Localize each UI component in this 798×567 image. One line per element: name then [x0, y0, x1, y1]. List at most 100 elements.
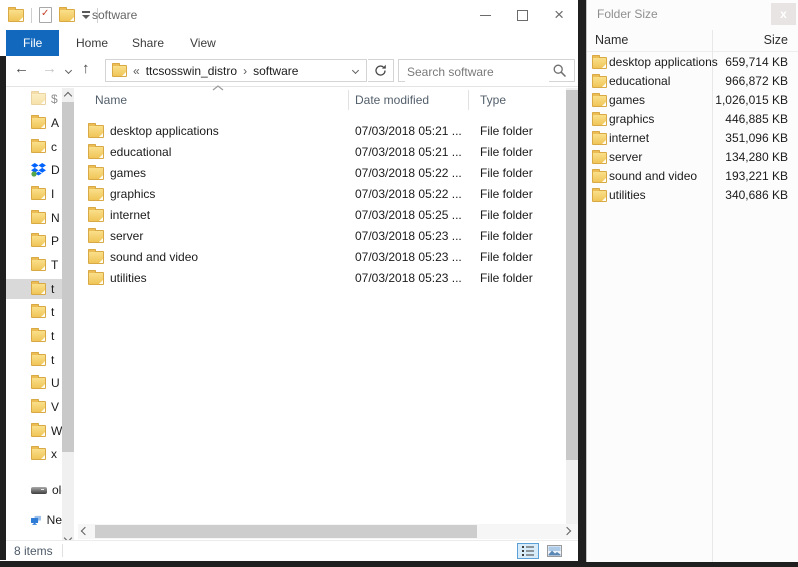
sidebar-item[interactable]: t	[6, 302, 62, 322]
properties-icon[interactable]: ✓	[39, 7, 52, 23]
address-dropdown-icon[interactable]	[352, 67, 359, 74]
folder-size-row[interactable]: server134,280 KB	[587, 148, 798, 167]
sidebar-item[interactable]: $	[6, 89, 62, 109]
customize-toolbar-dropdown-icon[interactable]	[82, 11, 90, 19]
scrollbar-thumb[interactable]	[95, 525, 477, 538]
folder-icon	[31, 283, 46, 295]
divider	[62, 544, 63, 557]
sidebar-item[interactable]: I	[6, 184, 62, 204]
file-type: File folder	[480, 271, 533, 285]
table-row[interactable]: sound and video07/03/2018 05:23 ...File …	[80, 247, 566, 268]
table-row[interactable]: utilities07/03/2018 05:23 ...File folder	[80, 268, 566, 289]
sidebar-item-network[interactable]: Ne	[6, 510, 62, 530]
tab-view[interactable]: View	[176, 30, 230, 56]
folder-size-row[interactable]: sound and video 193,221 KB	[587, 167, 798, 186]
sidebar-item[interactable]: N	[6, 208, 62, 228]
folder-size-row[interactable]: games1,026,015 KB	[587, 91, 798, 110]
close-button[interactable]: ×	[554, 6, 564, 23]
sidebar-item-dropbox[interactable]: D	[6, 160, 62, 180]
sidebar-item[interactable]: T	[6, 255, 62, 275]
refresh-button[interactable]	[368, 59, 394, 82]
table-row[interactable]: server07/03/2018 05:23 ...File folder	[80, 226, 566, 247]
sidebar-scrollbar[interactable]	[62, 88, 74, 548]
minimize-button[interactable]	[480, 15, 491, 16]
folder-size-row[interactable]: utilities340,686 KB	[587, 186, 798, 205]
path-overflow-chevron[interactable]: «	[133, 64, 140, 78]
fs-folder-size: 351,096 KB	[725, 131, 788, 145]
folder-icon	[31, 235, 46, 247]
scroll-right-icon[interactable]	[563, 527, 571, 535]
folder-size-row[interactable]: educational966,872 KB	[587, 72, 798, 91]
table-row[interactable]: internet07/03/2018 05:25 ...File folder	[80, 205, 566, 226]
sidebar-item-label: P	[51, 234, 59, 248]
fs-folder-name: desktop applications	[609, 55, 718, 69]
column-divider[interactable]	[348, 90, 349, 110]
fs-folder-name: internet	[609, 131, 649, 145]
scroll-up-icon[interactable]	[64, 92, 72, 100]
folder-icon	[592, 95, 607, 107]
sidebar-item-label: T	[51, 258, 58, 272]
folder-size-title: Folder Size	[597, 7, 658, 21]
sidebar-item[interactable]: t	[6, 350, 62, 370]
column-header-name[interactable]: Name	[95, 93, 127, 107]
folder-size-row[interactable]: desktop applications659,714 KB	[587, 53, 798, 72]
tab-file[interactable]: File	[6, 30, 59, 56]
folder-size-row[interactable]: internet 351,096 KB	[587, 129, 798, 148]
address-bar[interactable]: « ttcsosswin_distro › software	[105, 59, 367, 82]
tab-share[interactable]: Share	[118, 30, 178, 56]
column-header-type[interactable]: Type	[480, 93, 506, 107]
scrollbar-thumb[interactable]	[62, 102, 74, 452]
sidebar-item[interactable]: t	[6, 326, 62, 346]
file-name: graphics	[110, 187, 155, 201]
column-header-date[interactable]: Date modified	[355, 93, 429, 107]
sidebar-item[interactable]: U	[6, 373, 62, 393]
breadcrumb-current[interactable]: software	[253, 64, 298, 78]
forward-button[interactable]: →	[42, 60, 57, 77]
breadcrumb-parent[interactable]: ttcsosswin_distro	[146, 64, 237, 78]
thumbnail-view-button[interactable]	[543, 543, 565, 559]
file-type: File folder	[480, 166, 533, 180]
fs-column-header-size[interactable]: Size	[764, 33, 788, 47]
file-type: File folder	[480, 124, 533, 138]
sidebar-item[interactable]: V	[6, 397, 62, 417]
folder-icon	[88, 125, 104, 138]
breadcrumb-separator-icon[interactable]: ›	[243, 64, 247, 78]
file-type: File folder	[480, 145, 533, 159]
recent-locations-icon[interactable]	[65, 67, 72, 74]
sidebar-item[interactable]: A	[6, 113, 62, 133]
search-box	[398, 59, 575, 82]
fs-folder-size: 193,221 KB	[725, 169, 788, 183]
search-icon[interactable]	[553, 64, 567, 78]
search-input[interactable]	[405, 61, 549, 82]
scrollbar-thumb[interactable]	[566, 90, 578, 460]
sidebar-item[interactable]: P	[6, 231, 62, 251]
vertical-scrollbar[interactable]	[566, 88, 578, 524]
sidebar-item[interactable]: c	[6, 137, 62, 157]
table-row[interactable]: graphics07/03/2018 05:22 ...File folder	[80, 184, 566, 205]
sidebar-item-drive[interactable]: old	[6, 480, 62, 500]
fs-folder-name: games	[609, 93, 645, 107]
sidebar-item-label: A	[51, 116, 59, 130]
folder-size-close-button[interactable]: x	[771, 3, 796, 25]
sidebar-item[interactable]: W	[6, 421, 62, 441]
table-row[interactable]: desktop applications07/03/2018 05:21 ...…	[80, 121, 566, 142]
table-row[interactable]: games07/03/2018 05:22 ...File folder	[80, 163, 566, 184]
fs-folder-name: sound and video	[609, 169, 697, 183]
back-button[interactable]: ←	[14, 60, 29, 77]
fs-folder-name: educational	[609, 74, 670, 88]
folder-size-row[interactable]: graphics446,885 KB	[587, 110, 798, 129]
sort-ascending-icon	[212, 85, 224, 91]
scroll-left-icon[interactable]	[81, 527, 89, 535]
horizontal-scrollbar[interactable]	[78, 524, 578, 539]
up-button[interactable]: ↑	[82, 60, 90, 77]
new-folder-icon[interactable]	[59, 9, 75, 22]
sidebar-item[interactable]: x	[6, 444, 62, 464]
fs-column-header-name[interactable]: Name	[595, 33, 628, 47]
table-row[interactable]: educational07/03/2018 05:21 ...File fold…	[80, 142, 566, 163]
column-divider[interactable]	[468, 90, 469, 110]
folder-icon	[88, 188, 104, 201]
maximize-button[interactable]	[517, 10, 528, 21]
tab-home[interactable]: Home	[62, 30, 122, 56]
sidebar-item-selected[interactable]: t	[6, 279, 62, 299]
details-view-button[interactable]	[517, 543, 539, 559]
